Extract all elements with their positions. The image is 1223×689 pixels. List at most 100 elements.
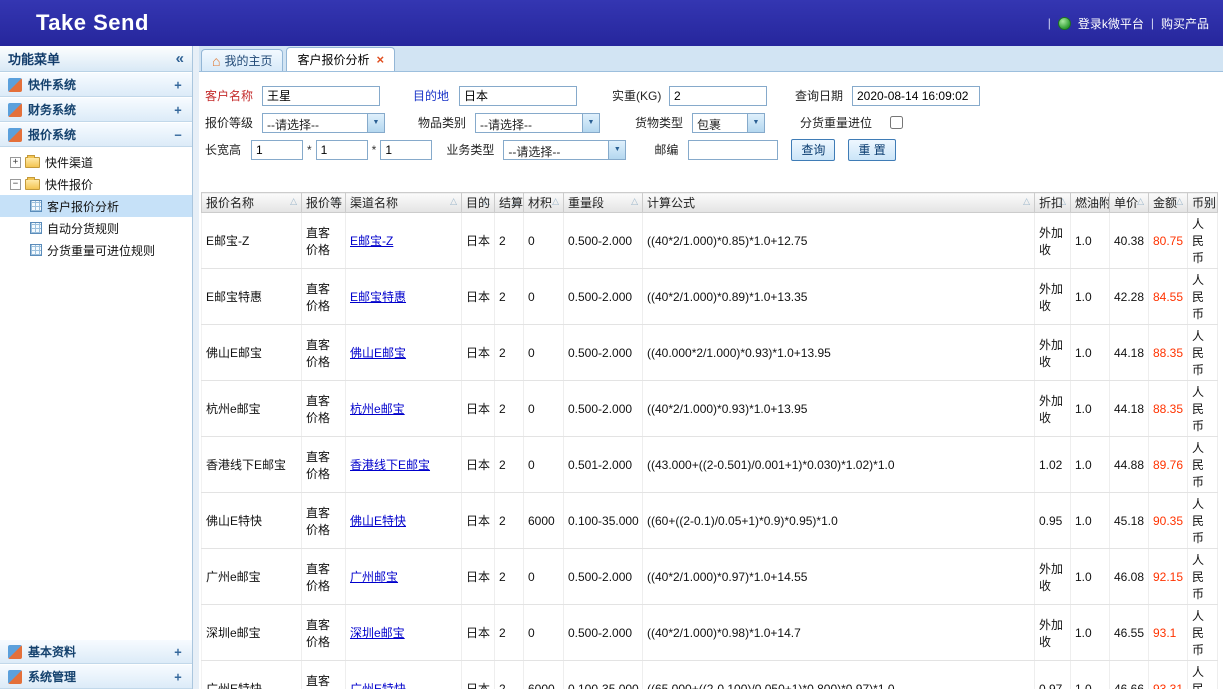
tree-item-auto-split-rules[interactable]: 自动分货规则 (0, 217, 192, 239)
section-icon (8, 78, 22, 92)
section-label: 报价系统 (28, 126, 76, 143)
app-window: Take Send | 登录k微平台 | 购买产品 功能菜单 « 快件系统 + … (0, 0, 1223, 689)
destination-input[interactable] (459, 86, 577, 106)
split-weight-rounding-checkbox[interactable] (890, 116, 903, 129)
sidebar-section-express-system[interactable]: 快件系统 + (0, 72, 192, 97)
business-type-select[interactable]: --请选择-- ▼ (503, 140, 626, 160)
height-input[interactable] (380, 140, 432, 160)
col-currency[interactable]: △币别 (1188, 193, 1218, 213)
sidebar-section-quote-system[interactable]: 报价系统 − (0, 122, 192, 147)
table-row[interactable]: E邮宝特惠直客价格E邮宝特惠日本200.500-2.000((40*2/1.00… (202, 269, 1218, 325)
sidebar-title-bar: 功能菜单 « (0, 46, 192, 72)
channel-link[interactable]: 香港线下E邮宝 (350, 458, 430, 472)
width-input[interactable] (316, 140, 368, 160)
sidebar-section-finance-system[interactable]: 财务系统 + (0, 97, 192, 122)
col-quote-name[interactable]: △报价名称 (202, 193, 302, 213)
col-destination[interactable]: △目的 (462, 193, 495, 213)
col-weight-range[interactable]: △重量段 (564, 193, 643, 213)
close-tab-icon[interactable]: × (377, 53, 385, 66)
dropdown-arrow-icon[interactable]: ▼ (367, 114, 384, 132)
cell-name: 佛山E特快 (202, 493, 302, 549)
table-row[interactable]: 广州E特快直客价格广州E特快日本260000.100-35.000((65.00… (202, 661, 1218, 689)
tree-item-split-weight-rounding-rules[interactable]: 分货重量可进位规则 (0, 239, 192, 261)
channel-link[interactable]: E邮宝-Z (350, 234, 393, 248)
expand-plus-icon[interactable]: + (172, 103, 184, 117)
expand-plus-icon[interactable]: + (172, 645, 184, 659)
col-volume-divisor[interactable]: △材积 (524, 193, 564, 213)
dims-separator: * (372, 143, 377, 157)
channel-link[interactable]: 佛山E特快 (350, 514, 406, 528)
tree-folder-express-channels[interactable]: + 快件渠道 (0, 151, 192, 173)
quote-table-body: E邮宝-Z直客价格E邮宝-Z日本200.500-2.000((40*2/1.00… (202, 213, 1218, 689)
col-settle-weight[interactable]: △结算 (495, 193, 524, 213)
col-channel[interactable]: △渠道名称 (346, 193, 462, 213)
dropdown-arrow-icon[interactable]: ▼ (747, 114, 764, 132)
cell-price: 46.08 (1110, 549, 1149, 605)
sidebar-section-system-admin[interactable]: 系统管理 + (0, 664, 192, 689)
cell-discount: 外加收 (1035, 605, 1071, 661)
collapse-minus-icon[interactable]: − (10, 179, 21, 190)
sort-icon: △ (290, 196, 297, 207)
collapse-minus-icon[interactable]: − (172, 128, 184, 142)
weight-input[interactable] (669, 86, 767, 106)
expand-plus-icon[interactable]: + (172, 670, 184, 684)
query-button[interactable]: 查询 (791, 139, 835, 161)
table-row[interactable]: 广州e邮宝直客价格广州邮宝日本200.500-2.000((40*2/1.000… (202, 549, 1218, 605)
sidebar-section-basic-data[interactable]: 基本资料 + (0, 639, 192, 664)
col-grade[interactable]: △报价等 (302, 193, 346, 213)
cell-channel: 佛山E特快 (346, 493, 462, 549)
channel-link[interactable]: 广州邮宝 (350, 570, 398, 584)
table-row[interactable]: 佛山E邮宝直客价格佛山E邮宝日本200.500-2.000((40.000*2/… (202, 325, 1218, 381)
table-row[interactable]: 佛山E特快直客价格佛山E特快日本260000.100-35.000((60+((… (202, 493, 1218, 549)
table-row[interactable]: 深圳e邮宝直客价格深圳e邮宝日本200.500-2.000((40*2/1.00… (202, 605, 1218, 661)
tree-item-customer-quote-analysis[interactable]: 客户报价分析 (0, 195, 192, 217)
login-kwei-link[interactable]: 登录k微平台 (1078, 15, 1144, 32)
expand-plus-icon[interactable]: + (172, 78, 184, 92)
collapse-sidebar-icon[interactable]: « (176, 51, 184, 66)
channel-link[interactable]: 广州E特快 (350, 682, 406, 689)
col-label: 渠道名称 (350, 196, 398, 210)
buy-product-link[interactable]: 购买产品 (1161, 15, 1209, 32)
channel-link[interactable]: E邮宝特惠 (350, 290, 406, 304)
dropdown-arrow-icon[interactable]: ▼ (608, 141, 625, 159)
cargo-type-select[interactable]: 包裹 ▼ (692, 113, 765, 133)
col-label: 币别 (1192, 196, 1216, 210)
cell-amount: 88.35 (1149, 325, 1188, 381)
tree-folder-express-quotes[interactable]: − 快件报价 (0, 173, 192, 195)
length-input[interactable] (251, 140, 303, 160)
expand-plus-icon[interactable]: + (10, 157, 21, 168)
business-type-label: 业务类型 (446, 141, 503, 158)
tab-customer-quote-analysis[interactable]: 客户报价分析 × (286, 47, 395, 71)
channel-link[interactable]: 深圳e邮宝 (350, 626, 405, 640)
reset-button[interactable]: 重 置 (848, 139, 895, 161)
table-row[interactable]: 杭州e邮宝直客价格杭州e邮宝日本200.500-2.000((40*2/1.00… (202, 381, 1218, 437)
weight-label: 实重(KG) (612, 87, 669, 104)
dropdown-arrow-icon[interactable]: ▼ (582, 114, 599, 132)
menu-tree: + 快件渠道 − 快件报价 客户报价分析 自动分货规则 (0, 147, 192, 639)
cell-channel: 深圳e邮宝 (346, 605, 462, 661)
quote-grade-select[interactable]: --请选择-- ▼ (262, 113, 385, 133)
col-discount[interactable]: △折扣 (1035, 193, 1071, 213)
table-row[interactable]: 香港线下E邮宝直客价格香港线下E邮宝日本200.501-2.000((43.00… (202, 437, 1218, 493)
section-icon (8, 670, 22, 684)
item-category-label: 物品类别 (418, 114, 475, 131)
channel-link[interactable]: 佛山E邮宝 (350, 346, 406, 360)
selected-value: --请选择-- (263, 114, 367, 132)
section-icon (8, 128, 22, 142)
channel-link[interactable]: 杭州e邮宝 (350, 402, 405, 416)
cell-currency: 人民币 (1188, 269, 1218, 325)
cell-range: 0.500-2.000 (564, 325, 643, 381)
query-date-input[interactable] (852, 86, 980, 106)
table-row[interactable]: E邮宝-Z直客价格E邮宝-Z日本200.500-2.000((40*2/1.00… (202, 213, 1218, 269)
cell-grade: 直客价格 (302, 493, 346, 549)
tab-home[interactable]: ⌂ 我的主页 (201, 49, 283, 71)
col-label: 金额 (1153, 196, 1177, 210)
zip-code-input[interactable] (688, 140, 778, 160)
col-fuel-surcharge[interactable]: △燃油附 (1071, 193, 1110, 213)
col-formula[interactable]: △计算公式 (643, 193, 1035, 213)
customer-name-input[interactable] (262, 86, 380, 106)
item-category-select[interactable]: --请选择-- ▼ (475, 113, 600, 133)
cell-volume: 0 (524, 213, 564, 269)
col-unit-price[interactable]: △单价 (1110, 193, 1149, 213)
col-amount[interactable]: △金额 (1149, 193, 1188, 213)
